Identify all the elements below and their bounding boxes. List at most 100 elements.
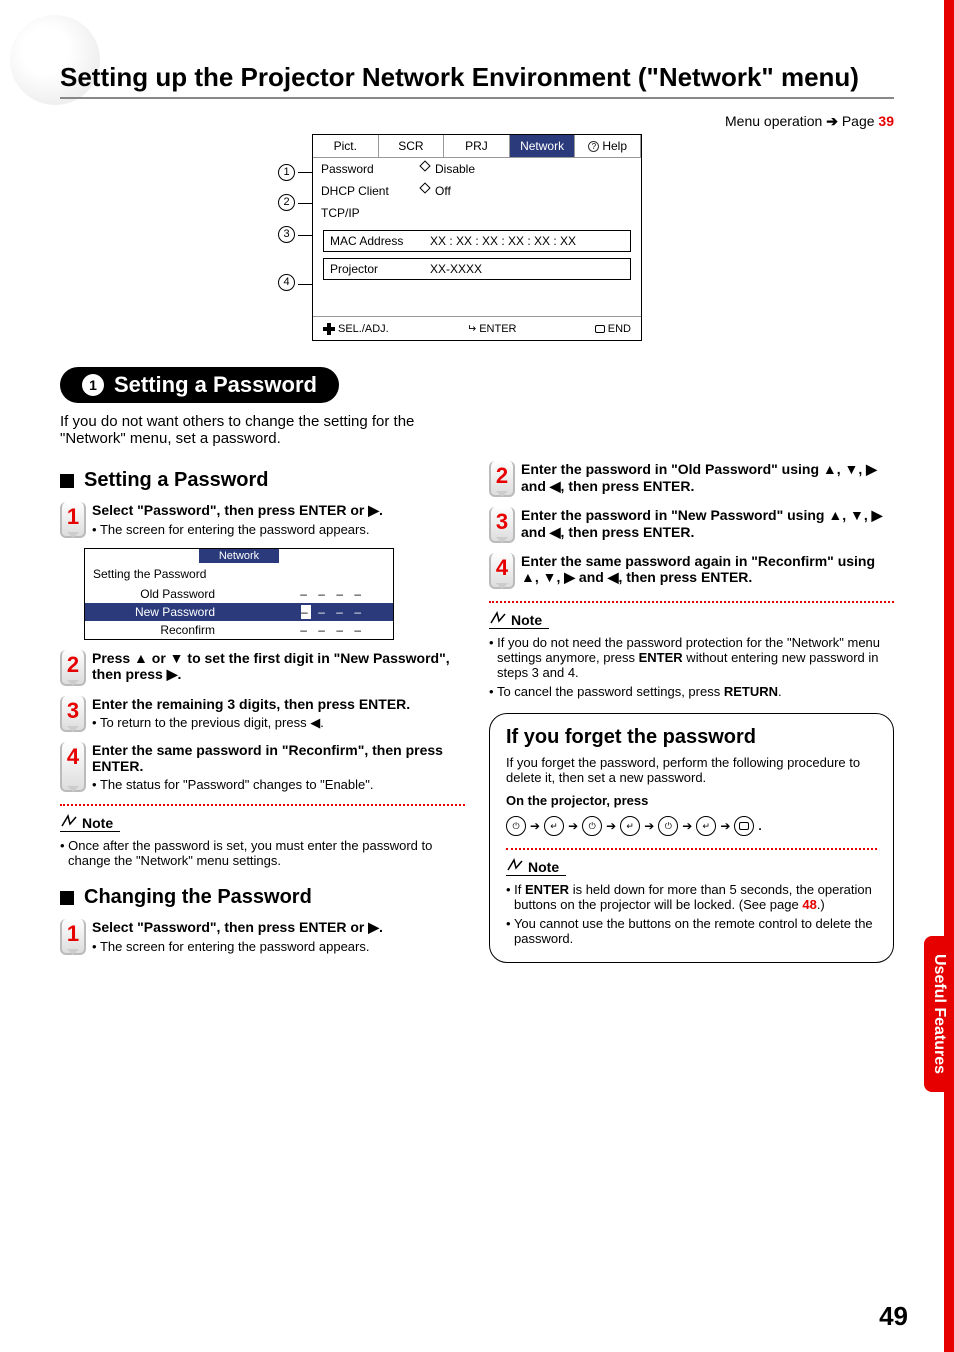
step-number: 2: [489, 461, 515, 497]
end-icon: [595, 325, 605, 333]
mini-reconf-value: – – – –: [300, 623, 365, 637]
osd-mac-box: MAC Address XX : XX : XX : XX : XX : XX: [323, 230, 631, 252]
enter-icon: ↵: [620, 816, 640, 836]
osd-footer-end: END: [608, 323, 631, 335]
osd-footer: SEL./ADJ. ↵ENTER END: [313, 316, 641, 340]
osd-proj-value: XX-XXXX: [430, 262, 482, 276]
osd-mac-value: XX : XX : XX : XX : XX : XX: [430, 234, 576, 248]
note-heading: Note: [489, 611, 549, 629]
section-pill: 1 Setting a Password: [60, 367, 339, 403]
page-title: Setting up the Projector Network Environ…: [60, 62, 894, 99]
step-1: 1 Select "Password", then press ENTER or…: [60, 502, 465, 538]
step-number: 1: [60, 502, 86, 538]
note-item: To cancel the password settings, press R…: [489, 684, 894, 699]
step-2: 2 Press ▲ or ▼ to set the first digit in…: [60, 650, 465, 686]
diamond-icon: [419, 160, 430, 171]
forget-title: If you forget the password: [506, 726, 877, 749]
forget-note-list: If ENTER is held down for more than 5 se…: [506, 882, 877, 946]
step-4-text: Enter the same password in "Reconfirm", …: [92, 742, 465, 774]
note-list: Once after the password is set, you must…: [60, 838, 465, 868]
osd-proj-box: Projector XX-XXXX: [323, 258, 631, 280]
osd-tab-scr: SCR: [379, 135, 445, 158]
osd-password-value: Disable: [435, 162, 475, 176]
note-label: Note: [511, 612, 542, 628]
change-step-1: 1 Select "Password", then press ENTER or…: [60, 919, 465, 955]
mini-osd-password: Network Setting the Password Old Passwor…: [84, 548, 394, 640]
osd-marker-4: 4: [278, 274, 295, 291]
end-icon: [734, 816, 754, 836]
osd-proj-label: Projector: [330, 262, 430, 276]
osd-dhcp-value: Off: [435, 184, 451, 198]
osd-footer-enter: ENTER: [479, 323, 516, 335]
osd-marker-3: 3: [278, 226, 295, 243]
osd-row-tcpip: TCP/IP: [313, 202, 641, 224]
diamond-icon: [419, 182, 430, 193]
note-list-right: If you do not need the password protecti…: [489, 635, 894, 699]
change-step-4-text: Enter the same password again in "Reconf…: [521, 553, 894, 586]
mini-new-label: New Password: [85, 605, 235, 619]
osd-tab-pict: Pict.: [313, 135, 379, 158]
osd-password-label: Password: [321, 162, 421, 176]
step-number: 3: [60, 696, 86, 732]
osd-tab-prj: PRJ: [444, 135, 510, 158]
mini-old-label: Old Password: [85, 587, 235, 601]
osd-menu: Pict. SCR PRJ Network ?Help Password Dis…: [312, 134, 642, 341]
mini-osd-header: Network: [199, 549, 279, 563]
dotted-divider: [489, 601, 894, 603]
note-label: Note: [82, 815, 113, 831]
heading1-text: Setting a Password: [84, 469, 269, 492]
heading-changing-password: Changing the Password: [60, 886, 465, 909]
pill-number: 1: [82, 374, 104, 396]
right-column: 2 Enter the password in "Old Password" u…: [489, 461, 894, 965]
menu-operation-ref: Menu operation ➔ Page 39: [60, 113, 894, 130]
change-step-2: 2 Enter the password in "Old Password" u…: [489, 461, 894, 497]
note-heading: Note: [60, 814, 120, 832]
note-item: You cannot use the buttons on the remote…: [506, 916, 877, 946]
mini-osd-old-pw: Old Password – – – –: [85, 585, 393, 603]
enter-icon: ↵: [696, 816, 716, 836]
menu-op-page-word: Page: [842, 113, 875, 129]
forget-password-box: If you forget the password If you forget…: [489, 713, 894, 963]
osd-tab-help: ?Help: [575, 135, 641, 158]
osd-tab-help-label: Help: [602, 139, 627, 153]
page-ref-48: 48: [802, 897, 816, 912]
standby-icon: ⏻: [658, 816, 678, 836]
change-step-3-text: Enter the password in "New Password" usi…: [521, 507, 894, 541]
osd-marker-1: 1: [278, 164, 295, 181]
note-icon: [60, 814, 78, 831]
osd-row-dhcp: DHCP Client Off: [313, 180, 641, 202]
osd-mac-label: MAC Address: [330, 234, 430, 248]
standby-icon: ⏻: [582, 816, 602, 836]
mini-old-value: – – – –: [300, 587, 365, 601]
step-3: 3 Enter the remaining 3 digits, then pre…: [60, 696, 465, 732]
mini-osd-title: Setting the Password: [85, 563, 393, 585]
note-item: If ENTER is held down for more than 5 se…: [506, 882, 877, 912]
square-bullet-icon: [60, 474, 74, 488]
square-bullet-icon: [60, 891, 74, 905]
change-step-4: 4 Enter the same password again in "Reco…: [489, 553, 894, 589]
arrow-right-icon: ➔: [826, 113, 838, 129]
osd-dhcp-label: DHCP Client: [321, 184, 421, 198]
osd-tcpip-label: TCP/IP: [321, 206, 421, 220]
change-step-2-text: Enter the password in "Old Password" usi…: [521, 461, 894, 495]
note-icon: [506, 858, 524, 875]
pill-text: Setting a Password: [114, 372, 317, 398]
note-heading: Note: [506, 858, 566, 876]
enter-icon: ↵: [544, 816, 564, 836]
step-3-sub: To return to the previous digit, press ◀…: [92, 715, 410, 731]
menu-op-text: Menu operation: [725, 113, 822, 129]
note-item: Once after the password is set, you must…: [60, 838, 465, 868]
osd-tab-network: Network: [510, 135, 576, 158]
enter-icon: ↵: [467, 322, 476, 335]
osd-row-password: Password Disable: [313, 158, 641, 180]
help-icon: ?: [588, 141, 599, 152]
step-number: 4: [60, 742, 86, 792]
step-4: 4 Enter the same password in "Reconfirm"…: [60, 742, 465, 792]
step-3-text: Enter the remaining 3 digits, then press…: [92, 696, 410, 712]
note-item: If you do not need the password protecti…: [489, 635, 894, 680]
note-icon: [489, 611, 507, 628]
heading2-text: Changing the Password: [84, 886, 312, 909]
button-sequence: ⏻➔ ↵➔ ⏻➔ ↵➔ ⏻➔ ↵➔ .: [506, 816, 877, 836]
mini-reconf-label: Reconfirm: [85, 623, 235, 637]
step-number: 3: [489, 507, 515, 543]
